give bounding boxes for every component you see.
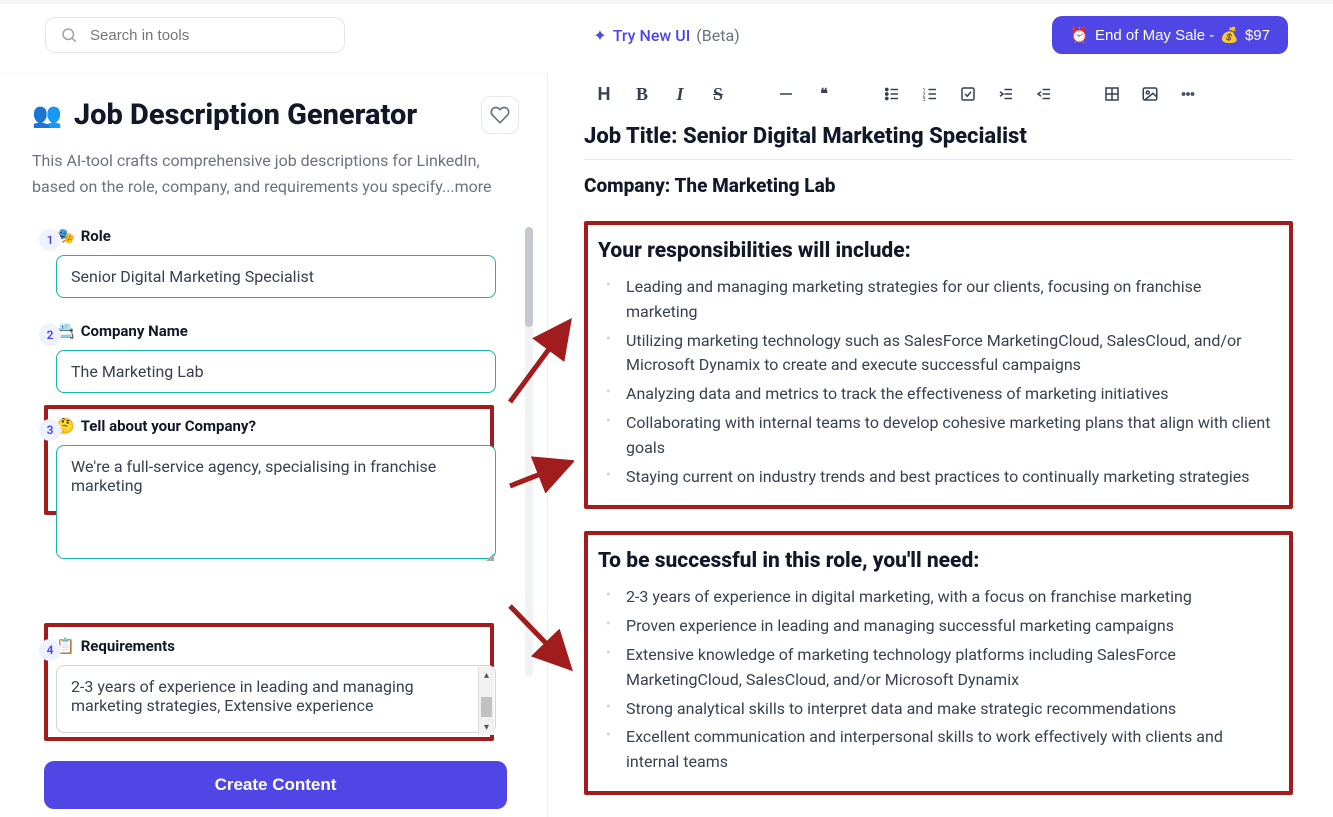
step-number: 1 <box>39 229 61 251</box>
alarm-icon: ⏰ <box>1070 26 1089 44</box>
step-number: 3 <box>39 419 61 441</box>
image-button[interactable] <box>1132 78 1168 110</box>
outdent-button[interactable] <box>1026 78 1062 110</box>
bold-button[interactable]: B <box>624 78 660 110</box>
more-button[interactable] <box>1170 78 1206 110</box>
field-company-name: 2 📇 Company Name <box>52 322 519 393</box>
responsibilities-section: Your responsibilities will include: Lead… <box>584 221 1293 509</box>
tool-desc: This AI-tool crafts comprehensive job de… <box>32 148 519 199</box>
strike-button[interactable]: S <box>700 78 736 110</box>
list-item: Leading and managing marketing strategie… <box>610 275 1273 325</box>
requirements-textarea[interactable] <box>56 665 496 733</box>
textarea-scrollbar[interactable]: ▴ ▾ <box>478 667 494 735</box>
role-input[interactable] <box>56 255 496 298</box>
responsibilities-list: Leading and managing marketing strategie… <box>598 275 1273 489</box>
people-icon: 👥 <box>32 101 62 129</box>
about-label: Tell about your Company? <box>81 417 256 435</box>
requirements-heading: To be successful in this role, you'll ne… <box>598 549 1273 573</box>
top-bar: ✦ Try New UI (Beta) ⏰ End of May Sale - … <box>0 4 1333 72</box>
quote-button[interactable]: ❝ <box>806 78 842 110</box>
requirements-list: 2-3 years of experience in digital marke… <box>598 585 1273 775</box>
step-number: 4 <box>39 639 61 661</box>
responsibilities-heading: Your responsibilities will include: <box>598 239 1273 263</box>
favorite-button[interactable] <box>481 96 519 134</box>
main-area: 👥 Job Description Generator This AI-tool… <box>0 72 1333 817</box>
form-container: 1 🎭 Role 2 📇 Company Name 3 <box>32 227 519 809</box>
checklist-button[interactable] <box>950 78 986 110</box>
field-role: 1 🎭 Role <box>52 227 519 298</box>
list-item: Extensive knowledge of marketing technol… <box>610 643 1273 693</box>
company-input[interactable] <box>56 350 496 393</box>
list-item: Staying current on industry trends and b… <box>610 465 1273 490</box>
document-area[interactable]: Job Title: Senior Digital Marketing Spec… <box>584 124 1293 817</box>
search-icon <box>60 26 78 44</box>
heart-icon <box>490 105 510 125</box>
step-number: 2 <box>39 324 61 346</box>
svg-text:3: 3 <box>923 97 926 103</box>
company-label: Company Name <box>81 322 188 340</box>
tool-title: Job Description Generator <box>74 98 469 132</box>
company-heading: Company: The Marketing Lab <box>584 174 1293 197</box>
editor-toolbar: H B I S ❝ 123 <box>586 78 1293 110</box>
list-item: Utilizing marketing technology such as S… <box>610 329 1273 379</box>
bullet-list-button[interactable] <box>874 78 910 110</box>
beta-label: (Beta) <box>696 26 739 45</box>
indent-button[interactable] <box>988 78 1024 110</box>
number-list-button[interactable]: 123 <box>912 78 948 110</box>
field-about-company: 3 🤔 Tell about your Company? <box>52 417 519 563</box>
list-item: Proven experience in leading and managin… <box>610 614 1273 639</box>
sale-button[interactable]: ⏰ End of May Sale - 💰 $97 <box>1052 16 1288 54</box>
list-item: Excellent communication and interpersona… <box>610 725 1273 775</box>
resize-handle[interactable] <box>484 551 494 561</box>
table-button[interactable] <box>1094 78 1130 110</box>
more-link[interactable]: ...more <box>442 177 492 196</box>
list-item: Analyzing data and metrics to track the … <box>610 382 1273 407</box>
heading-button[interactable]: H <box>586 78 622 110</box>
right-panel: H B I S ❝ 123 <box>548 72 1333 817</box>
req-label: Requirements <box>81 637 175 655</box>
role-label: Role <box>81 227 111 245</box>
field-requirements: 4 📋 Requirements ▴ ▾ <box>52 637 519 737</box>
try-new-ui-link[interactable]: ✦ Try New UI (Beta) <box>593 26 739 45</box>
list-item: Collaborating with internal teams to dev… <box>610 411 1273 461</box>
moneybag-icon: 💰 <box>1220 26 1239 44</box>
hr-button[interactable] <box>768 78 804 110</box>
scroll-thumb[interactable] <box>481 697 492 717</box>
create-content-button[interactable]: Create Content <box>44 761 507 809</box>
sale-label: End of May Sale - <box>1095 27 1214 44</box>
scroll-up-icon[interactable]: ▴ <box>479 667 494 683</box>
try-new-ui-label: Try New UI <box>613 26 691 45</box>
scrollbar-thumb[interactable] <box>525 227 533 327</box>
list-item: 2-3 years of experience in digital marke… <box>610 585 1273 610</box>
italic-button[interactable]: I <box>662 78 698 110</box>
about-textarea[interactable] <box>56 445 496 559</box>
sale-price: $97 <box>1245 27 1270 44</box>
search-box[interactable] <box>45 17 345 53</box>
requirements-section: To be successful in this role, you'll ne… <box>584 531 1293 795</box>
sparkle-icon: ✦ <box>593 26 606 45</box>
job-title-heading: Job Title: Senior Digital Marketing Spec… <box>584 124 1293 160</box>
scroll-down-icon[interactable]: ▾ <box>479 719 494 735</box>
left-panel: 👥 Job Description Generator This AI-tool… <box>0 72 548 817</box>
search-input[interactable] <box>90 27 330 44</box>
list-item: Strong analytical skills to interpret da… <box>610 697 1273 722</box>
